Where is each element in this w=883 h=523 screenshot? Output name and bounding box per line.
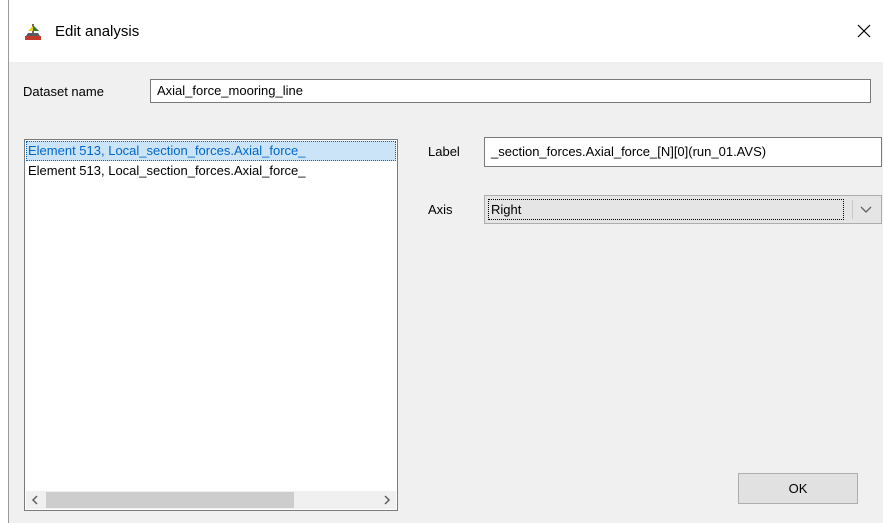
axis-selected-value: Right — [488, 199, 844, 220]
axis-caption: Axis — [428, 202, 453, 217]
label-caption: Label — [428, 144, 460, 159]
close-button[interactable] — [849, 18, 879, 46]
title-bar: Edit analysis — [9, 0, 883, 62]
list-item[interactable]: Element 513, Local_section_forces.Axial_… — [26, 141, 396, 161]
dataset-name-input[interactable]: Axial_force_mooring_line — [150, 79, 871, 103]
close-icon — [857, 24, 871, 41]
scroll-left-button[interactable] — [26, 491, 44, 509]
window-title: Edit analysis — [55, 23, 140, 40]
chevron-right-icon — [383, 493, 391, 508]
chevron-left-icon — [31, 493, 39, 508]
ship-icon — [23, 22, 43, 42]
scroll-thumb[interactable] — [46, 492, 294, 508]
scroll-right-button[interactable] — [378, 491, 396, 509]
chevron-down-icon[interactable] — [857, 201, 875, 219]
dialog-body: Dataset name Axial_force_mooring_line El… — [9, 62, 883, 523]
dropdown-divider — [852, 200, 853, 219]
ok-button[interactable]: OK — [738, 473, 858, 504]
list-item[interactable]: Element 513, Local_section_forces.Axial_… — [26, 161, 396, 181]
label-input[interactable]: _section_forces.Axial_force_[N][0](run_0… — [484, 137, 882, 167]
horizontal-scrollbar[interactable] — [26, 491, 396, 509]
analysis-list[interactable]: Element 513, Local_section_forces.Axial_… — [24, 139, 398, 511]
axis-dropdown[interactable]: Right — [484, 195, 882, 224]
dataset-name-label: Dataset name — [23, 84, 104, 99]
